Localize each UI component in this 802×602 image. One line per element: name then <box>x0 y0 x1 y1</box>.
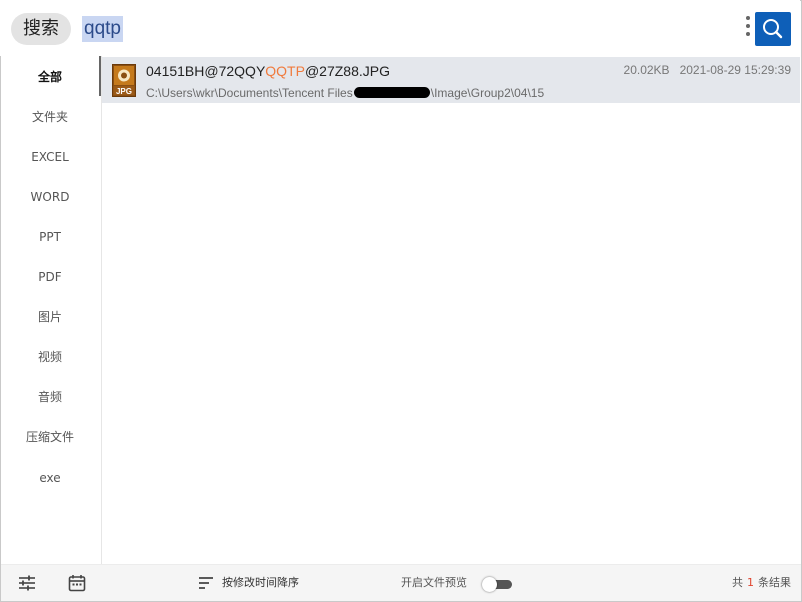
sidebar-item-video[interactable]: 视频 <box>1 347 99 367</box>
sort-order-label[interactable]: 按修改时间降序 <box>222 575 299 591</box>
sidebar-item-folder[interactable]: 文件夹 <box>1 107 99 127</box>
search-input[interactable]: qqtp <box>82 16 123 42</box>
jpg-file-icon: JPG <box>112 64 136 97</box>
file-name-prefix: 04151BH@72QQY <box>146 63 266 79</box>
sidebar-item-ppt[interactable]: PPT <box>1 227 99 247</box>
sidebar-item-audio[interactable]: 音频 <box>1 387 99 407</box>
category-sidebar: 全部 文件夹 EXCEL WORD PPT PDF 图片 视频 音频 压缩文件 … <box>1 56 101 564</box>
sidebar-item-all[interactable]: 全部 <box>1 67 99 87</box>
sidebar-item-pdf[interactable]: PDF <box>1 267 99 287</box>
file-type-label: JPG <box>116 87 132 96</box>
file-modified-date: 2021-08-29 15:29:39 <box>679 63 791 77</box>
more-options-icon[interactable] <box>745 16 751 42</box>
search-button[interactable] <box>755 12 791 46</box>
file-path-prefix: C:\Users\wkr\Documents\Tencent Files <box>146 86 353 100</box>
result-count-prefix: 共 <box>732 576 743 589</box>
sidebar-item-excel[interactable]: EXCEL <box>1 147 99 167</box>
calendar-icon[interactable] <box>68 574 86 592</box>
sidebar-item-archive[interactable]: 压缩文件 <box>1 427 99 447</box>
status-bar: 按修改时间降序 开启文件预览 共 1 条结果 <box>1 564 801 601</box>
sidebar-item-word[interactable]: WORD <box>1 187 99 207</box>
sidebar-divider <box>101 56 102 564</box>
file-meta: 20.02KB 2021-08-29 15:29:39 <box>624 62 791 78</box>
file-name: 04151BH@72QQYQQTP@27Z88.JPG <box>146 62 390 80</box>
search-icon <box>763 19 783 39</box>
sort-icon[interactable] <box>198 576 214 590</box>
filter-settings-icon[interactable] <box>18 575 36 591</box>
redaction-mark <box>353 87 430 98</box>
sidebar-item-exe[interactable]: exe <box>1 468 99 488</box>
result-count-value: 1 <box>747 576 754 589</box>
search-scope-pill[interactable]: 搜索 <box>11 13 71 45</box>
search-bar: 搜索 qqtp <box>0 0 800 56</box>
file-size: 20.02KB <box>623 63 670 77</box>
toggle-knob <box>482 577 497 592</box>
file-path-suffix: \Image\Group2\04\15 <box>430 86 545 100</box>
file-name-suffix: @27Z88.JPG <box>304 63 390 79</box>
sidebar-item-image[interactable]: 图片 <box>1 307 99 327</box>
file-path: C:\Users\wkr\Documents\Tencent Files \Ima… <box>146 85 544 101</box>
result-count-suffix: 条结果 <box>758 576 791 589</box>
result-count: 共 1 条结果 <box>732 575 791 591</box>
result-row[interactable]: JPG 04151BH@72QQYQQTP@27Z88.JPG 20.02KB 2… <box>102 57 800 103</box>
file-preview-toggle[interactable] <box>482 577 512 592</box>
file-preview-label: 开启文件预览 <box>401 576 467 589</box>
file-name-match: QQTP <box>265 63 305 79</box>
